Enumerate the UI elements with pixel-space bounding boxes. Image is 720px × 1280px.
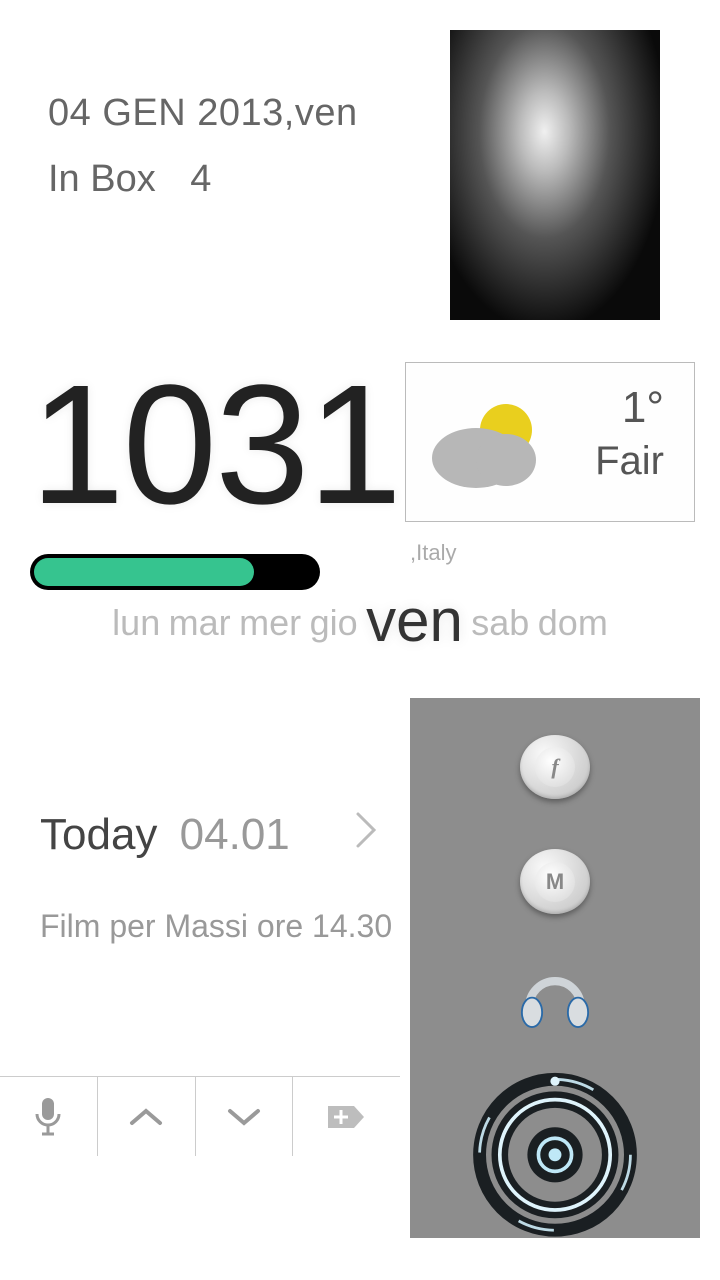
next-button[interactable]: [196, 1077, 294, 1156]
battery-bar: [30, 554, 320, 590]
battery-fill: [34, 558, 254, 586]
weather-condition: Fair: [595, 439, 664, 484]
prev-button[interactable]: [98, 1077, 196, 1156]
photo-widget[interactable]: [450, 30, 660, 320]
weekday-mer: mer: [239, 602, 301, 643]
dock-app-flash[interactable]: f: [520, 735, 590, 799]
assistant-toolbar: [0, 1076, 400, 1156]
weekday-lun: lun: [112, 602, 160, 643]
dock-app-camera[interactable]: [465, 1072, 645, 1238]
agenda-widget[interactable]: Today 04.01 Film per Massi ore 14.30: [40, 810, 400, 945]
weather-location: ,Italy: [410, 540, 456, 566]
inbox-label: In Box: [48, 158, 156, 200]
mail-icon: M: [535, 862, 575, 902]
agenda-header: Today 04.01: [40, 810, 400, 860]
today-label: Today: [40, 810, 157, 859]
weekday-ven: ven: [366, 587, 463, 654]
flash-icon: f: [535, 747, 575, 787]
chevron-right-icon[interactable]: [354, 810, 380, 861]
clock-widget[interactable]: 1031: [30, 360, 400, 590]
weekday-mar: mar: [169, 602, 231, 643]
app-dock: f M: [410, 698, 700, 1238]
week-strip: lun mar mer gio ven sab dom: [0, 586, 720, 655]
dock-app-gmail[interactable]: M: [520, 849, 590, 913]
weather-widget[interactable]: 1° Fair: [405, 362, 695, 522]
today-date: 04.01: [180, 810, 290, 859]
weather-temp: 1°: [622, 383, 664, 433]
date-label: 04 GEN 2013,ven: [48, 92, 358, 135]
agenda-event: Film per Massi ore 14.30: [40, 908, 400, 945]
inbox-widget[interactable]: In Box 4: [48, 158, 211, 201]
photo-image: [450, 30, 660, 320]
add-button[interactable]: [293, 1077, 400, 1156]
voice-button[interactable]: [0, 1077, 98, 1156]
chevron-down-icon: [226, 1106, 262, 1128]
weekday-dom: dom: [538, 602, 608, 643]
chevron-up-icon: [128, 1106, 164, 1128]
weekday-gio: gio: [310, 602, 358, 643]
dock-app-music[interactable]: [515, 959, 595, 1033]
partly-cloudy-icon: [426, 388, 546, 498]
weekday-sab: sab: [471, 602, 529, 643]
microphone-icon: [33, 1096, 63, 1138]
tag-plus-icon: [326, 1102, 368, 1132]
clock-time: 1031: [30, 360, 400, 530]
inbox-count: 4: [190, 158, 211, 200]
